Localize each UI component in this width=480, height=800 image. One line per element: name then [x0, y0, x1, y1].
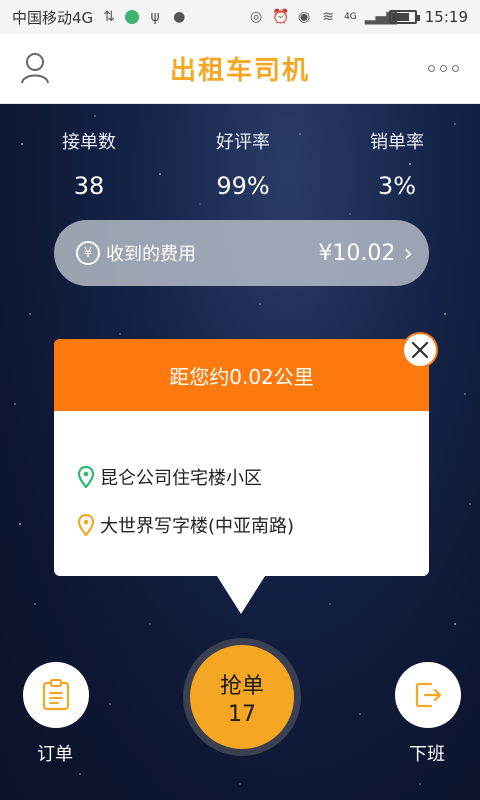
- stat-label: 销单率: [370, 132, 424, 153]
- more-dot-icon: [440, 64, 447, 72]
- user-icon: [21, 53, 49, 84]
- card-pointer: [217, 576, 265, 614]
- stat-label: 好评率: [216, 132, 270, 153]
- carrier-text: 中国移动4G: [12, 8, 94, 27]
- driver-stats: 接单数 38 好评率 99% 销单率 3%: [0, 128, 480, 200]
- earnings-button[interactable]: ¥ 收到的费用 ¥10.02 ›: [54, 220, 429, 286]
- status-bar: 中国移动4G ⇅ ψ ● ◎ ⏰ ◉ ≋ 4G ▂▄▆ 15:19: [0, 0, 480, 34]
- usb-icon: ψ: [150, 9, 160, 25]
- grab-order-ring: 抢单 17: [183, 638, 301, 756]
- logout-icon: [415, 682, 442, 708]
- off-work-button[interactable]: [395, 662, 461, 728]
- location-icon: ◎: [249, 9, 263, 25]
- pickup-location: 昆仑公司住宅楼小区: [78, 464, 262, 490]
- wifi-icon: ≋: [322, 9, 334, 25]
- stat-value: 38: [73, 172, 105, 200]
- alarm-icon: ⏰: [272, 9, 290, 25]
- grab-order-count: 17: [228, 701, 256, 727]
- grab-order-label: 抢单: [219, 673, 264, 699]
- stat-orders-accepted: 接单数 38: [44, 128, 134, 200]
- earnings-label: 收到的费用: [106, 244, 196, 265]
- stat-value: 3%: [377, 172, 417, 200]
- yen-icon: ¥: [76, 241, 100, 265]
- chevron-right-icon: ›: [403, 239, 413, 267]
- app-notification-icon: [125, 10, 140, 24]
- user-profile-button[interactable]: [20, 52, 52, 86]
- page-title: 出租车司机: [169, 56, 310, 86]
- more-dot-icon: [428, 64, 435, 72]
- close-order-button[interactable]: [402, 332, 438, 368]
- close-icon: [411, 341, 429, 359]
- earnings-amount: ¥10.02: [318, 240, 396, 266]
- stat-label: 接单数: [62, 132, 116, 153]
- qq-icon: ●: [173, 9, 186, 25]
- off-work-label: 下班: [409, 744, 445, 765]
- more-menu-button[interactable]: [428, 60, 462, 76]
- dropoff-pin-icon: [78, 514, 94, 536]
- pickup-pin-icon: [78, 466, 94, 488]
- clipboard-icon: [42, 679, 70, 711]
- grab-order-button[interactable]: 抢单 17: [190, 645, 294, 749]
- app-header: 出租车司机: [0, 34, 480, 104]
- order-distance: 距您约0.02公里: [54, 339, 429, 411]
- stat-rating: 好评率 99%: [198, 128, 288, 200]
- status-left: 中国移动4G ⇅ ψ ●: [12, 7, 187, 28]
- eye-icon: ◉: [297, 9, 311, 25]
- signal-icon: ▂▄▆: [364, 9, 398, 25]
- main-panel: 接单数 38 好评率 99% 销单率 3% ¥ 收到的费用 ¥10.02 › 距…: [0, 104, 480, 800]
- pickup-address: 昆仑公司住宅楼小区: [100, 468, 262, 489]
- status-right: ◎ ⏰ ◉ ≋ 4G ▂▄▆ 15:19: [248, 8, 468, 26]
- data-arrows-icon: ⇅: [103, 9, 116, 25]
- stat-value: 99%: [216, 172, 270, 200]
- clock: 15:19: [424, 8, 468, 26]
- orders-button[interactable]: [23, 662, 89, 728]
- dropoff-address: 大世界写字楼(中亚南路): [100, 516, 295, 537]
- dropoff-location: 大世界写字楼(中亚南路): [78, 512, 294, 538]
- more-dot-icon: [452, 64, 459, 72]
- network-type: 4G: [344, 12, 357, 22]
- order-card[interactable]: 距您约0.02公里 昆仑公司住宅楼小区 大世界写字楼(中亚南路): [54, 339, 429, 614]
- battery-icon: [388, 10, 420, 24]
- orders-label: 订单: [37, 744, 73, 765]
- stat-cancel-rate: 销单率 3%: [352, 128, 442, 200]
